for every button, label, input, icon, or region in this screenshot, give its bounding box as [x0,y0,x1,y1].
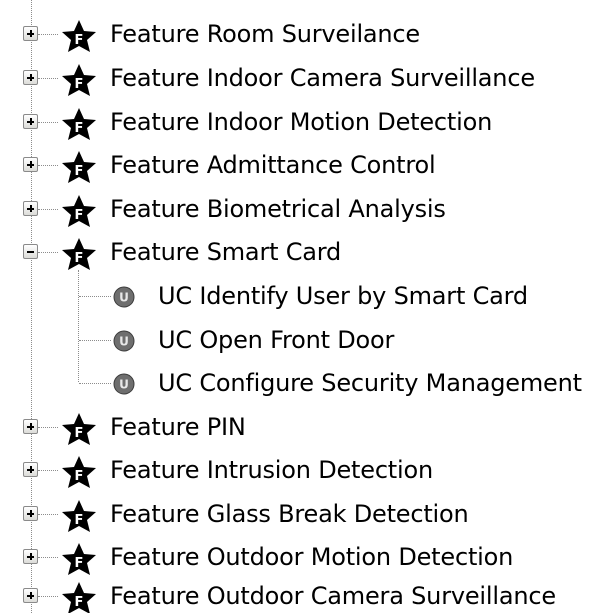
tree-node-intrusion-detection[interactable]: F Feature Intrusion Detection [0,453,600,489]
collapse-icon[interactable] [23,244,38,259]
tree-connector [38,514,58,515]
tree-node-outdoor-motion-detection[interactable]: F Feature Outdoor Motion Detection [0,540,600,576]
tree-connector [38,34,58,35]
tree-node-room-surveillance[interactable]: F Feature Room Surveilance [0,17,600,53]
svg-text:F: F [75,469,84,484]
tree-node-label[interactable]: Feature Indoor Motion Detection [110,108,492,136]
expand-icon[interactable] [23,588,38,603]
tree-node-label[interactable]: Feature Indoor Camera Surveillance [110,64,535,92]
tree-node-glass-break-detection[interactable]: F Feature Glass Break Detection [0,497,600,533]
tree-node-label[interactable]: Feature Glass Break Detection [110,500,469,528]
svg-text:F: F [75,208,84,223]
svg-text:F: F [75,164,84,179]
svg-text:F: F [75,77,84,92]
tree-node-uc-identify-user[interactable]: U UC Identify User by Smart Card [0,279,600,315]
tree-node-label[interactable]: Feature Intrusion Detection [110,456,433,484]
feature-star-icon: F [62,195,96,227]
expand-icon[interactable] [23,549,38,564]
tree-node-outdoor-camera-surveillance[interactable]: F Feature Outdoor Camera Surveillance [0,579,600,613]
tree-node-label[interactable]: UC Identify User by Smart Card [158,282,528,310]
tree-node-uc-configure-security[interactable]: U UC Configure Security Management [0,366,600,402]
tree-node-label[interactable]: Feature Admittance Control [110,151,436,179]
feature-star-icon: F [62,582,96,613]
tree-node-indoor-motion-detection[interactable]: F Feature Indoor Motion Detection [0,105,600,141]
expand-icon[interactable] [23,157,38,172]
tree-node-label[interactable]: Feature Biometrical Analysis [110,195,446,223]
feature-star-icon: F [62,64,96,96]
svg-text:U: U [119,378,129,392]
svg-text:F: F [75,251,84,266]
svg-text:U: U [119,335,129,349]
tree-node-label[interactable]: Feature Room Surveilance [110,20,420,48]
tree-node-label[interactable]: Feature Smart Card [110,238,341,266]
svg-text:F: F [75,513,84,528]
expand-icon[interactable] [23,419,38,434]
feature-star-icon: F [62,456,96,488]
feature-star-icon: F [62,238,96,270]
feature-star-icon: F [62,413,96,445]
feature-star-icon: F [62,151,96,183]
tree-connector [38,252,58,253]
svg-text:U: U [119,291,129,305]
expand-icon[interactable] [23,114,38,129]
tree-connector [38,209,58,210]
use-case-icon: U [113,373,135,395]
svg-text:F: F [75,556,84,571]
svg-text:F: F [75,33,84,48]
expand-icon[interactable] [23,26,38,41]
feature-star-icon: F [62,543,96,575]
tree-node-biometrical-analysis[interactable]: F Feature Biometrical Analysis [0,192,600,228]
tree-node-label[interactable]: Feature Outdoor Motion Detection [110,543,513,571]
expand-icon[interactable] [23,506,38,521]
tree-connector [79,296,111,297]
tree-connector [38,557,58,558]
use-case-icon: U [113,330,135,352]
svg-text:F: F [75,595,84,610]
expand-icon[interactable] [23,70,38,85]
tree-connector [38,596,58,597]
feature-tree: F Feature Room Surveilance F Feature Ind… [0,0,600,613]
tree-node-uc-open-front-door[interactable]: U UC Open Front Door [0,323,600,359]
tree-connector [79,383,111,384]
svg-text:F: F [75,121,84,136]
tree-node-admittance-control[interactable]: F Feature Admittance Control [0,148,600,184]
use-case-icon: U [113,286,135,308]
tree-connector [38,165,58,166]
tree-connector [38,470,58,471]
tree-node-pin[interactable]: F Feature PIN [0,410,600,446]
expand-icon[interactable] [23,462,38,477]
feature-star-icon: F [62,108,96,140]
tree-connector [79,340,111,341]
tree-connector [38,427,58,428]
tree-node-label[interactable]: Feature PIN [110,413,246,441]
tree-node-smart-card[interactable]: F Feature Smart Card [0,235,600,271]
tree-node-label[interactable]: Feature Outdoor Camera Surveillance [110,582,556,610]
feature-star-icon: F [62,500,96,532]
tree-node-indoor-camera-surveillance[interactable]: F Feature Indoor Camera Surveillance [0,61,600,97]
tree-connector [38,122,58,123]
tree-node-label[interactable]: UC Configure Security Management [158,369,582,397]
tree-node-label[interactable]: UC Open Front Door [158,326,394,354]
tree-connector [38,78,58,79]
expand-icon[interactable] [23,201,38,216]
feature-star-icon: F [62,20,96,52]
svg-text:F: F [75,426,84,441]
